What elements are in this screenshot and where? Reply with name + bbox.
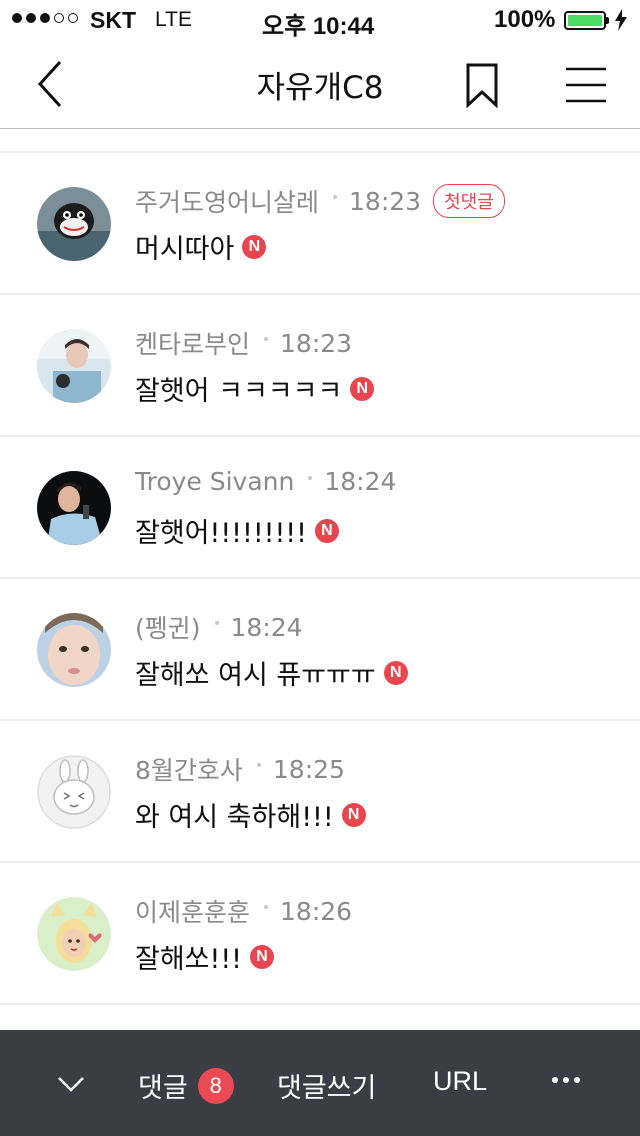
comment-meta: 8월간호사 18:25 bbox=[135, 751, 345, 787]
comment-row[interactable]: 이제훈훈훈 18:26 잘해쏘!!! N bbox=[0, 863, 640, 1005]
page-title: 자유개C8 bbox=[256, 70, 384, 106]
bookmark-icon[interactable] bbox=[462, 62, 502, 108]
comment-body: 잘햇어!!!!!!!!! N bbox=[135, 511, 339, 550]
signal-strength-icon bbox=[12, 13, 78, 23]
comment-list: 주거도영어니살레 18:23 첫댓글 머시따아 N 켄타로부인 18:23 잘햇… bbox=[0, 129, 640, 1005]
comment-time: 18:23 bbox=[280, 328, 353, 358]
comment-author[interactable]: Troye Sivann bbox=[135, 467, 294, 496]
new-badge: N bbox=[383, 660, 408, 685]
comment-text: 잘햇어!!!!!!!!! bbox=[135, 518, 307, 549]
comment-row[interactable]: 8월간호사 18:25 와 여시 축하해!!! N bbox=[0, 721, 640, 863]
url-button[interactable]: URL bbox=[433, 1066, 487, 1097]
comment-time: 18:25 bbox=[272, 754, 345, 784]
first-comment-badge: 첫댓글 bbox=[433, 184, 505, 218]
network-type: LTE bbox=[155, 8, 192, 31]
separator-dot bbox=[264, 337, 269, 341]
new-badge: N bbox=[242, 234, 267, 259]
comment-body: 머시따아 N bbox=[135, 227, 267, 266]
comment-body: 잘햇어 ㅋㅋㅋㅋㅋ N bbox=[135, 369, 375, 408]
comment-author[interactable]: 8월간호사 bbox=[135, 751, 243, 787]
comment-time: 18:24 bbox=[230, 612, 303, 642]
battery-percent: 100% bbox=[494, 6, 556, 33]
comments-label: 댓글 bbox=[138, 1073, 188, 1104]
bottom-toolbar: 댓글 8 댓글쓰기 URL bbox=[0, 1030, 640, 1136]
more-options-icon[interactable] bbox=[552, 1077, 580, 1083]
comment-row[interactable]: (펭귄) 18:24 잘해쏘 여시 퓨ㅠㅠㅠ N bbox=[0, 579, 640, 721]
comment-body: 와 여시 축하해!!! N bbox=[135, 795, 366, 834]
carrier-name: SKT bbox=[90, 7, 136, 33]
new-badge: N bbox=[350, 376, 375, 401]
hamburger-menu-icon[interactable] bbox=[564, 66, 608, 104]
clock: 오후 10:44 bbox=[262, 13, 375, 40]
comment-author[interactable]: (펭귄) bbox=[135, 609, 201, 645]
battery-icon bbox=[564, 11, 606, 30]
comment-text: 머시따아 bbox=[135, 234, 235, 265]
comment-body: 잘해쏘!!! N bbox=[135, 937, 274, 976]
comment-text: 와 여시 축하해!!! bbox=[135, 802, 334, 833]
new-badge: N bbox=[250, 944, 274, 969]
separator-dot bbox=[214, 621, 219, 625]
avatar[interactable] bbox=[37, 471, 111, 545]
separator-dot bbox=[256, 763, 261, 767]
battery-tip bbox=[606, 17, 609, 24]
comment-time: 18:24 bbox=[324, 467, 397, 496]
separator-dot bbox=[333, 195, 338, 199]
comment-text: 잘해쏘 여시 퓨ㅠㅠㅠ bbox=[135, 660, 376, 691]
separator-dot bbox=[308, 475, 313, 480]
comment-author[interactable]: 이제훈훈훈 bbox=[135, 893, 250, 929]
comment-body: 잘해쏘 여시 퓨ㅠㅠㅠ N bbox=[135, 653, 408, 692]
comment-meta: Troye Sivann 18:24 bbox=[135, 467, 396, 496]
avatar[interactable] bbox=[37, 897, 111, 971]
avatar[interactable] bbox=[37, 755, 111, 829]
status-bar: SKT LTE 오후 10:44 100% bbox=[0, 0, 640, 40]
new-badge: N bbox=[341, 802, 366, 827]
comment-meta: 주거도영어니살레 18:23 첫댓글 bbox=[135, 183, 505, 219]
comment-text: 잘해쏘!!! bbox=[135, 944, 242, 975]
list-top-divider bbox=[0, 129, 640, 153]
avatar[interactable] bbox=[37, 329, 111, 403]
comment-meta: 켄타로부인 18:23 bbox=[135, 325, 352, 361]
comment-time: 18:23 bbox=[349, 186, 422, 216]
comment-author[interactable]: 주거도영어니살레 bbox=[135, 183, 319, 219]
avatar[interactable] bbox=[37, 613, 111, 687]
comment-author[interactable]: 켄타로부인 bbox=[135, 325, 250, 361]
comment-row[interactable]: 주거도영어니살레 18:23 첫댓글 머시따아 N bbox=[0, 153, 640, 295]
nav-bar: 자유개C8 bbox=[0, 40, 640, 129]
comments-button[interactable]: 댓글 8 bbox=[138, 1066, 234, 1105]
comment-time: 18:26 bbox=[280, 896, 353, 926]
comment-row[interactable]: 켄타로부인 18:23 잘햇어 ㅋㅋㅋㅋㅋ N bbox=[0, 295, 640, 437]
charging-bolt-icon bbox=[615, 9, 627, 31]
new-badge: N bbox=[314, 518, 339, 543]
comment-meta: (펭귄) 18:24 bbox=[135, 609, 303, 645]
write-comment-button[interactable]: 댓글쓰기 bbox=[277, 1066, 376, 1105]
avatar[interactable] bbox=[37, 187, 111, 261]
comment-text: 잘햇어 ㅋㅋㅋㅋㅋ bbox=[135, 376, 343, 407]
comment-row[interactable]: Troye Sivann 18:24 잘햇어!!!!!!!!! N bbox=[0, 437, 640, 579]
chevron-down-icon[interactable] bbox=[56, 1068, 86, 1098]
separator-dot bbox=[264, 905, 269, 909]
comment-meta: 이제훈훈훈 18:26 bbox=[135, 893, 352, 929]
comment-count-badge: 8 bbox=[197, 1067, 234, 1104]
